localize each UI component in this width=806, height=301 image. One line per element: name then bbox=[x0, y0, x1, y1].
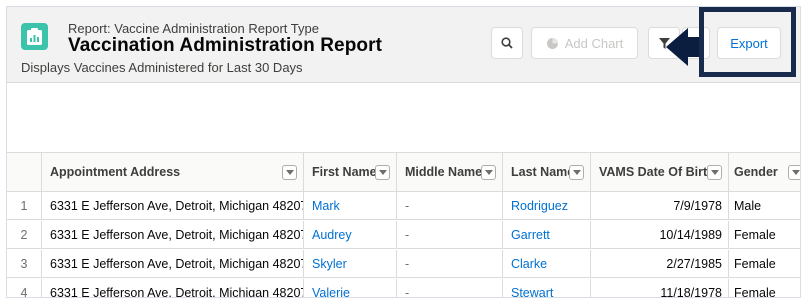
add-chart-label: Add Chart bbox=[564, 35, 624, 51]
appointment-address-cell: 6331 E Jefferson Ave, Detroit, Michigan … bbox=[42, 192, 304, 219]
appointment-address-cell: 6331 E Jefferson Ave, Detroit, Michigan … bbox=[42, 250, 304, 277]
first-name-link[interactable]: Valerie bbox=[304, 279, 397, 297]
chevron-down-icon[interactable] bbox=[481, 165, 496, 180]
column-header-gender[interactable]: Gender bbox=[729, 153, 800, 191]
annotation-arrow-tail bbox=[687, 37, 699, 57]
middle-name-cell: - bbox=[397, 250, 503, 277]
table-header-row: Appointment Address First Name Middle Na… bbox=[7, 152, 800, 192]
appointment-address-cell: 6331 E Jefferson Ave, Detroit, Michigan … bbox=[42, 279, 304, 297]
report-type-label: Report: Vaccine Administration Report Ty… bbox=[68, 21, 319, 36]
page-title: Vaccination Administration Report bbox=[68, 35, 383, 56]
first-name-link[interactable]: Skyler bbox=[304, 250, 397, 277]
annotation-arrow bbox=[666, 28, 688, 66]
column-header-label: First Name bbox=[312, 165, 377, 179]
gender-cell: Male bbox=[734, 198, 762, 213]
chevron-down-icon[interactable] bbox=[788, 165, 800, 180]
last-name-link[interactable]: Garrett bbox=[503, 221, 591, 248]
chevron-down-icon[interactable] bbox=[569, 165, 584, 180]
search-button[interactable] bbox=[491, 27, 523, 59]
row-number: 3 bbox=[7, 250, 42, 277]
middle-name-cell: - bbox=[397, 279, 503, 297]
last-name-link[interactable]: Rodriguez bbox=[503, 192, 591, 219]
chevron-down-icon[interactable] bbox=[375, 165, 390, 180]
chart-icon bbox=[546, 37, 558, 49]
middle-name-cell: - bbox=[397, 221, 503, 248]
row-number: 2 bbox=[7, 221, 42, 248]
column-header-label: VAMS Date Of Birth bbox=[599, 165, 715, 179]
chevron-down-icon[interactable] bbox=[707, 165, 722, 180]
column-header-last-name[interactable]: Last Name bbox=[503, 153, 591, 191]
table-row: 3 6331 E Jefferson Ave, Detroit, Michiga… bbox=[7, 250, 800, 278]
first-name-link[interactable]: Mark bbox=[304, 192, 397, 219]
gender-cell: Female bbox=[734, 256, 776, 271]
date-of-birth-cell: 7/9/1978 bbox=[591, 192, 729, 219]
column-header-vams-date-of-birth[interactable]: VAMS Date Of Birth bbox=[591, 153, 729, 191]
annotation-highlight-box bbox=[699, 7, 796, 77]
table-row: 4 6331 E Jefferson Ave, Detroit, Michiga… bbox=[7, 279, 800, 298]
table-row: 2 6331 E Jefferson Ave, Detroit, Michiga… bbox=[7, 221, 800, 249]
report-description: Displays Vaccines Administered for Last … bbox=[21, 60, 303, 75]
middle-name-cell: - bbox=[397, 192, 503, 219]
column-header-label: Last Name bbox=[511, 165, 575, 179]
column-header-middle-name[interactable]: Middle Name bbox=[397, 153, 503, 191]
row-number: 4 bbox=[7, 279, 42, 297]
gender-cell: Female bbox=[734, 285, 776, 298]
last-name-link[interactable]: Clarke bbox=[503, 250, 591, 277]
table-row: 1 6331 E Jefferson Ave, Detroit, Michiga… bbox=[7, 192, 800, 220]
row-number-header bbox=[7, 153, 42, 191]
add-chart-button[interactable]: Add Chart bbox=[531, 27, 638, 59]
chevron-down-icon[interactable] bbox=[282, 165, 297, 180]
date-of-birth-cell: 11/18/1978 bbox=[591, 279, 729, 297]
first-name-link[interactable]: Audrey bbox=[304, 221, 397, 248]
gender-cell: Female bbox=[734, 227, 776, 242]
report-icon bbox=[21, 23, 48, 50]
report-header: Report: Vaccine Administration Report Ty… bbox=[7, 7, 800, 83]
last-name-link[interactable]: Stewart bbox=[503, 279, 591, 297]
column-header-appointment-address[interactable]: Appointment Address bbox=[42, 153, 304, 191]
row-number: 1 bbox=[7, 192, 42, 219]
column-header-label: Appointment Address bbox=[50, 165, 181, 179]
column-header-label: Middle Name bbox=[405, 165, 483, 179]
column-header-label: Gender bbox=[734, 165, 778, 179]
column-header-first-name[interactable]: First Name bbox=[304, 153, 397, 191]
report-frame: Report: Vaccine Administration Report Ty… bbox=[6, 6, 801, 298]
search-icon bbox=[501, 37, 513, 49]
date-of-birth-cell: 10/14/1989 bbox=[591, 221, 729, 248]
date-of-birth-cell: 2/27/1985 bbox=[591, 250, 729, 277]
appointment-address-cell: 6331 E Jefferson Ave, Detroit, Michigan … bbox=[42, 221, 304, 248]
